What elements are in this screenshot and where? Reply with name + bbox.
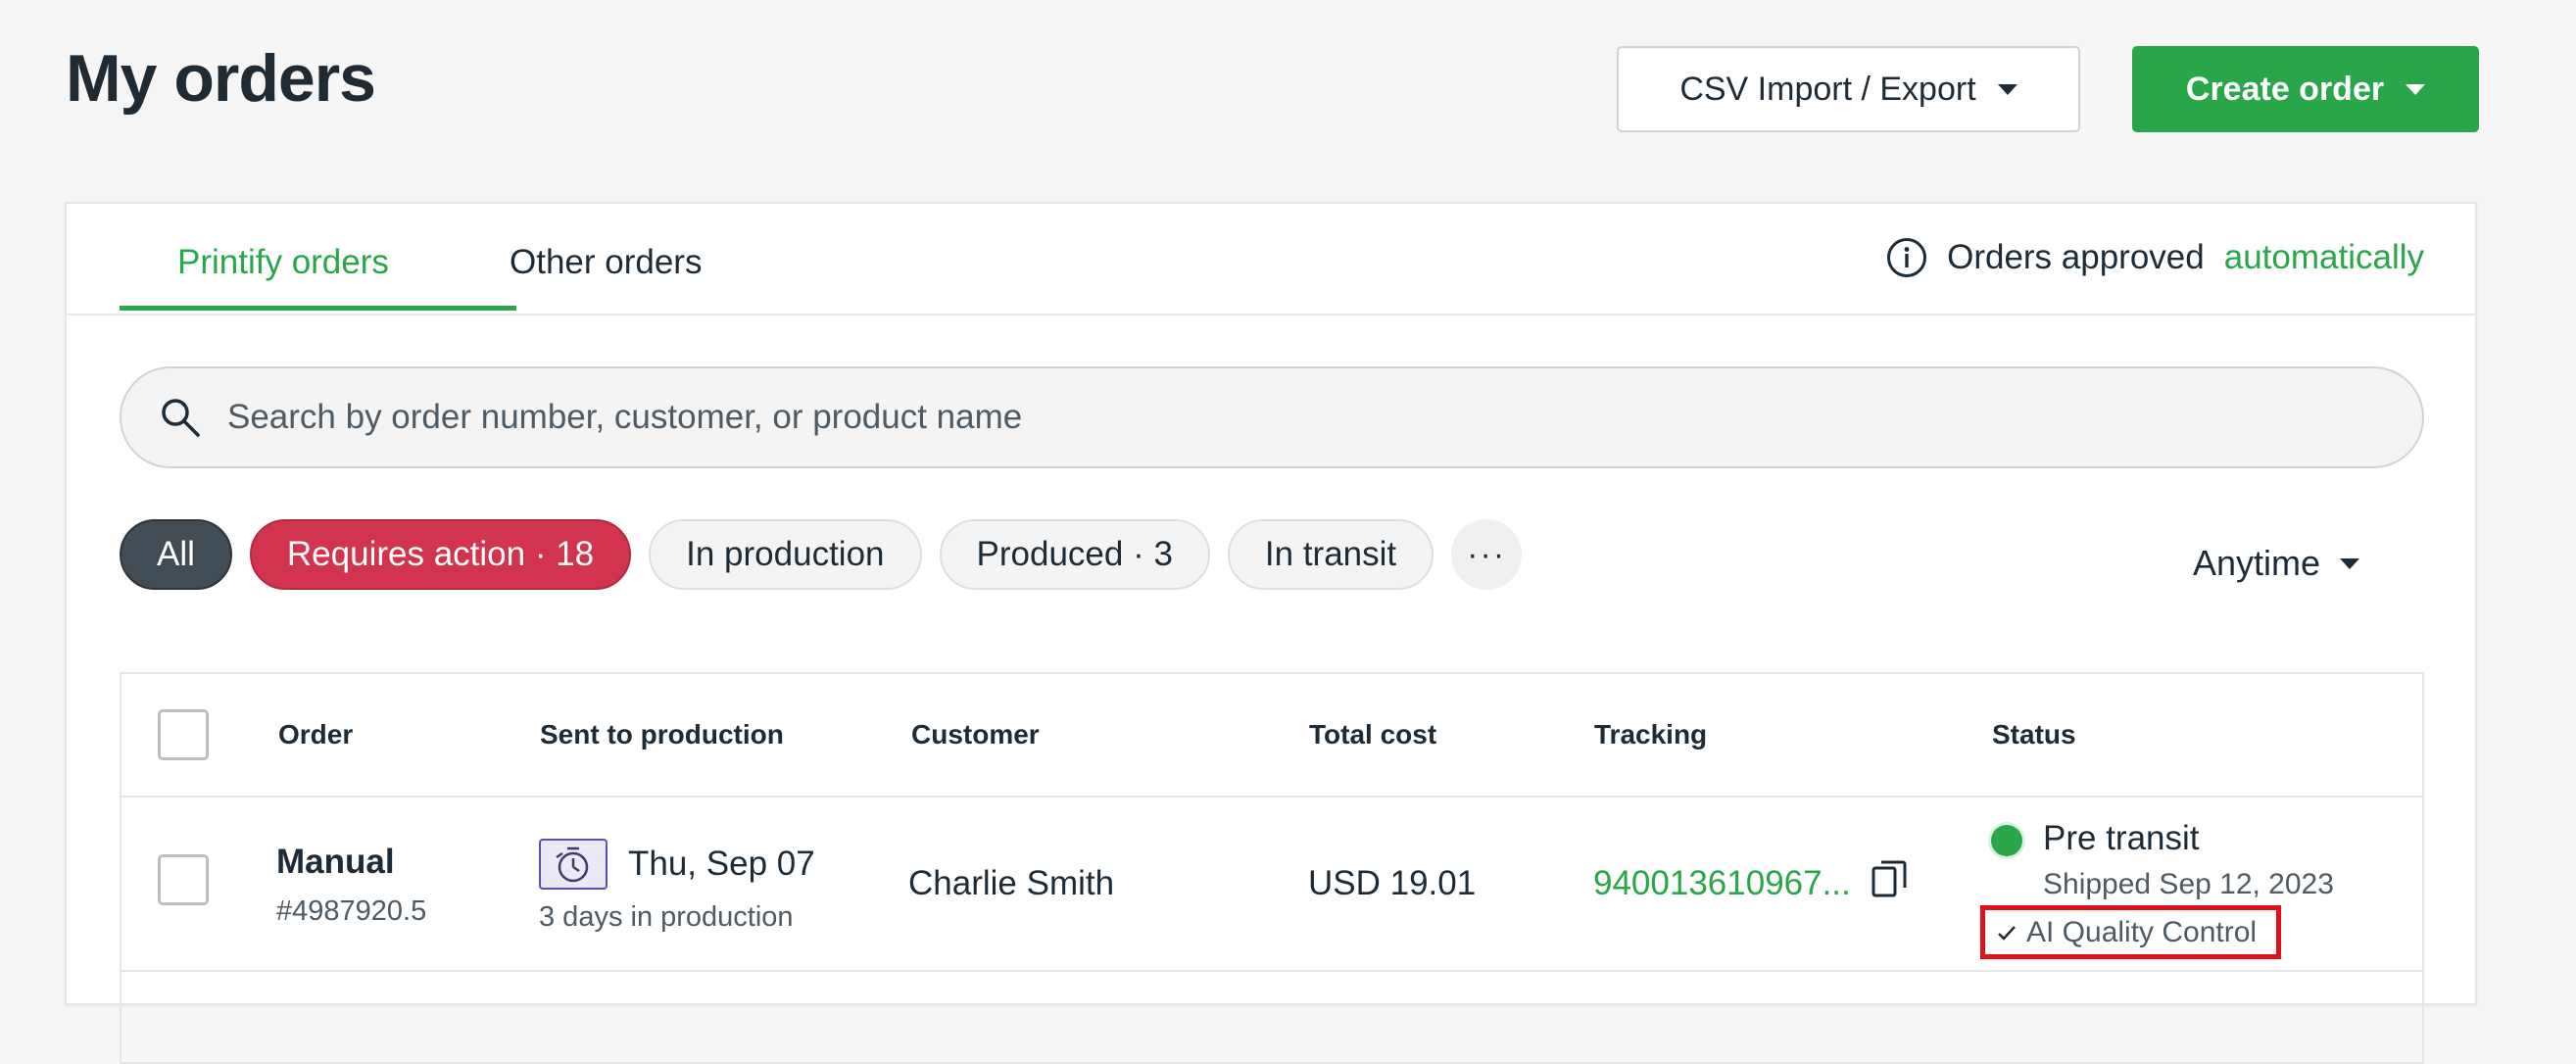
status-filter-chips: All Requires action · 18 In production P…: [120, 519, 1523, 590]
tab-other-orders[interactable]: Other orders: [510, 243, 702, 282]
info-icon[interactable]: [1886, 237, 1927, 278]
status-label: Pre transit: [2043, 819, 2200, 857]
date-range-label: Anytime: [2192, 543, 2320, 583]
customer-name: Charlie Smith: [908, 864, 1115, 902]
column-header-sent-to-production[interactable]: Sent to production: [540, 719, 784, 750]
column-header-status[interactable]: Status: [1992, 719, 2076, 750]
column-header-tracking[interactable]: Tracking: [1594, 719, 1707, 750]
filter-chip-in-production[interactable]: In production: [649, 519, 922, 590]
production-duration: 3 days in production: [539, 901, 794, 933]
orders-table: Order Sent to production Customer Total …: [120, 672, 2424, 1064]
create-order-button[interactable]: Create order: [2132, 46, 2479, 132]
search-icon: [162, 399, 200, 437]
search-bar: [120, 366, 2424, 468]
page-title: My orders: [66, 41, 376, 116]
chevron-down-icon: [2406, 83, 2426, 95]
csv-import-export-button[interactable]: CSV Import / Export: [1617, 46, 2080, 132]
column-header-total-cost[interactable]: Total cost: [1309, 719, 1436, 750]
order-type: Manual: [276, 843, 395, 881]
copy-icon[interactable]: [1871, 858, 1910, 901]
approval-text: Orders approved: [1947, 238, 2205, 276]
sent-date: Thu, Sep 07: [628, 845, 815, 883]
select-all-checkbox[interactable]: [158, 709, 209, 760]
tracking-number-link[interactable]: 940013610967...: [1593, 864, 1851, 903]
status-indicator-dot: [1991, 825, 2022, 856]
ai-quality-control-label: AI Quality Control: [2026, 915, 2258, 948]
table-row[interactable]: Manual #4987920.5 Thu, Sep 07 3 days in …: [122, 796, 2422, 972]
status-detail: Shipped Sep 12, 2023: [2043, 868, 2334, 900]
row-select-checkbox[interactable]: [158, 854, 209, 905]
order-cell: Manual #4987920.5: [276, 843, 426, 928]
chevron-down-icon: [1997, 83, 2017, 95]
approval-settings-link[interactable]: automatically: [2224, 238, 2424, 277]
more-filters-button[interactable]: ···: [1451, 519, 1523, 590]
orders-card: Printify orders Other orders Orders appr…: [65, 202, 2477, 1064]
tab-printify-orders[interactable]: Printify orders: [177, 243, 389, 282]
filter-chip-requires-action[interactable]: Requires action · 18: [249, 519, 632, 590]
search-input[interactable]: [225, 397, 2422, 438]
total-cost: USD 19.01: [1308, 864, 1477, 902]
column-header-order[interactable]: Order: [278, 719, 353, 750]
chevron-down-icon: [2340, 557, 2359, 569]
filter-chip-in-transit[interactable]: In transit: [1227, 519, 1434, 590]
filter-chip-all[interactable]: All: [120, 519, 232, 590]
approval-notice: Orders approved automatically: [1886, 237, 2424, 278]
column-header-customer[interactable]: Customer: [911, 719, 1040, 750]
production-timer-icon: [539, 839, 608, 890]
table-header: Order Sent to production Customer Total …: [122, 674, 2422, 798]
order-tabs: Printify orders Other orders Orders appr…: [67, 204, 2475, 315]
csv-import-export-label: CSV Import / Export: [1679, 70, 1976, 108]
create-order-label: Create order: [2185, 70, 2385, 108]
sent-to-production-cell: Thu, Sep 07 3 days in production: [539, 839, 852, 937]
status-cell: Pre transit Shipped Sep 12, 2023 AI Qual…: [1980, 819, 2383, 966]
ai-quality-control-badge[interactable]: AI Quality Control: [1980, 905, 2281, 959]
active-tab-indicator: [120, 306, 516, 311]
filter-chip-produced[interactable]: Produced · 3: [939, 519, 1210, 590]
order-number: #4987920.5: [276, 895, 427, 927]
date-range-dropdown[interactable]: Anytime: [2193, 543, 2359, 584]
checkmark-icon: [1998, 925, 2016, 941]
